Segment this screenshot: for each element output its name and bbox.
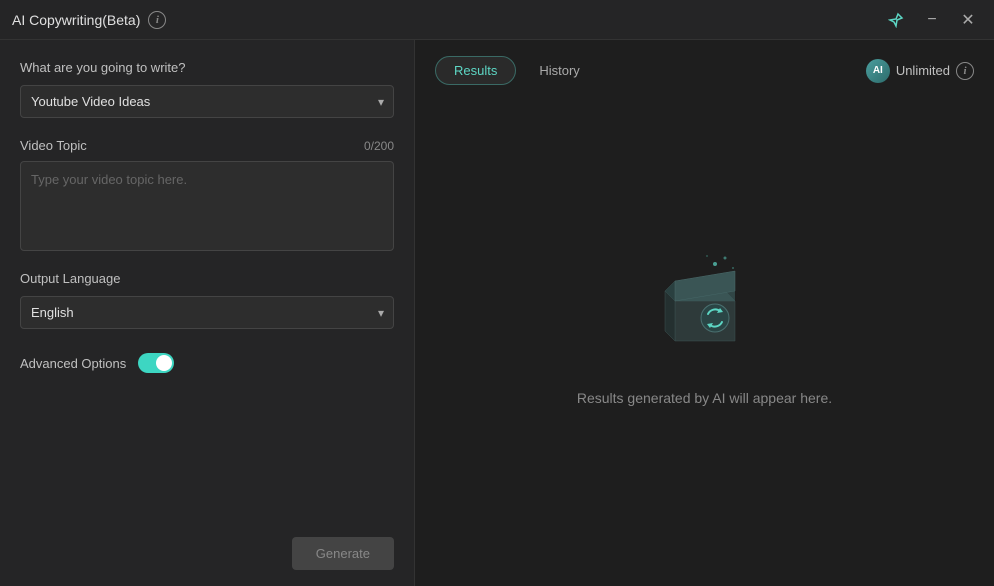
tab-results[interactable]: Results bbox=[435, 56, 516, 85]
pin-button[interactable] bbox=[882, 6, 910, 34]
tabs: Results History bbox=[435, 56, 599, 85]
output-language-label: Output Language bbox=[20, 271, 394, 286]
content-type-select[interactable]: Youtube Video Ideas Blog Post Product De… bbox=[20, 85, 394, 118]
generate-button[interactable]: Generate bbox=[292, 537, 394, 570]
video-topic-header: Video Topic 0/200 bbox=[20, 138, 394, 153]
app-title: AI Copywriting(Beta) bbox=[12, 12, 140, 28]
title-bar-left: AI Copywriting(Beta) i bbox=[12, 11, 166, 29]
close-button[interactable]: ✕ bbox=[954, 6, 982, 34]
results-area: Results generated by AI will appear here… bbox=[435, 85, 974, 566]
unlimited-badge: AI Unlimited i bbox=[866, 59, 974, 83]
tab-history[interactable]: History bbox=[520, 56, 598, 85]
left-panel: What are you going to write? Youtube Vid… bbox=[0, 40, 415, 586]
pin-icon bbox=[888, 12, 904, 28]
advanced-options-toggle[interactable] bbox=[138, 353, 174, 373]
title-help-icon[interactable]: i bbox=[148, 11, 166, 29]
minimize-button[interactable]: − bbox=[918, 6, 946, 34]
language-select[interactable]: English Spanish French German Chinese Ja… bbox=[20, 296, 394, 329]
empty-state-text: Results generated by AI will appear here… bbox=[577, 390, 832, 406]
spacer bbox=[20, 373, 394, 537]
unlimited-text: Unlimited bbox=[896, 63, 950, 78]
empty-state-illustration bbox=[645, 246, 765, 366]
advanced-options-label: Advanced Options bbox=[20, 356, 126, 371]
ai-avatar: AI bbox=[866, 59, 890, 83]
title-bar-controls: − ✕ bbox=[882, 6, 982, 34]
video-topic-label: Video Topic bbox=[20, 138, 87, 153]
unlimited-info-icon[interactable]: i bbox=[956, 62, 974, 80]
advanced-options-row: Advanced Options bbox=[20, 353, 394, 373]
right-panel: Results History AI Unlimited i bbox=[415, 40, 994, 586]
toggle-knob bbox=[156, 355, 172, 371]
char-count: 0/200 bbox=[364, 139, 394, 153]
title-bar: AI Copywriting(Beta) i − ✕ bbox=[0, 0, 994, 40]
video-topic-input[interactable] bbox=[20, 161, 394, 251]
content-type-wrapper: Youtube Video Ideas Blog Post Product De… bbox=[20, 85, 394, 118]
tabs-row: Results History AI Unlimited i bbox=[435, 56, 974, 85]
what-label: What are you going to write? bbox=[20, 60, 394, 75]
main-layout: What are you going to write? Youtube Vid… bbox=[0, 40, 994, 586]
box-svg bbox=[645, 246, 765, 366]
language-wrapper: English Spanish French German Chinese Ja… bbox=[20, 296, 394, 329]
